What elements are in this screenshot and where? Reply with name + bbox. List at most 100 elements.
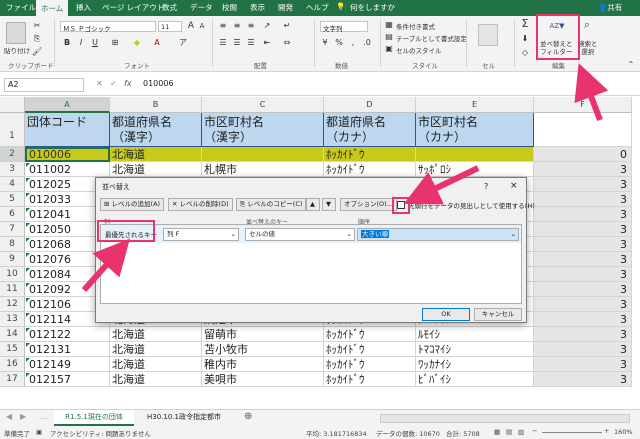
row-header[interactable]: 14: [0, 327, 25, 342]
row-header[interactable]: 3: [0, 162, 25, 177]
orientation-icon[interactable]: ↗: [262, 21, 272, 31]
error-indicator-icon[interactable]: [26, 163, 30, 167]
tab-help[interactable]: ヘルプ: [306, 2, 329, 13]
table-cell[interactable]: 留萌市: [202, 327, 324, 342]
table-cell[interactable]: 012149: [25, 357, 110, 372]
table-cell[interactable]: 010006: [25, 147, 110, 162]
zoom-slider[interactable]: [542, 432, 602, 433]
row-header[interactable]: 4: [0, 177, 25, 192]
percent-icon[interactable]: %: [334, 38, 344, 48]
error-indicator-icon[interactable]: [26, 328, 30, 332]
normal-view-icon[interactable]: ▦: [494, 428, 500, 436]
table-cell[interactable]: 012131: [25, 342, 110, 357]
table-cell[interactable]: ﾄﾏｺﾏｲｼ: [416, 342, 534, 357]
share-button[interactable]: 👤共有: [598, 2, 622, 13]
error-indicator-icon[interactable]: [26, 208, 30, 212]
page-layout-view-icon[interactable]: ▤: [506, 428, 512, 436]
increase-font-icon[interactable]: A: [186, 21, 196, 31]
error-indicator-icon[interactable]: [26, 178, 30, 182]
row-header[interactable]: 13: [0, 312, 25, 327]
font-color-icon[interactable]: A: [152, 38, 162, 48]
wrap-text-icon[interactable]: ↵: [282, 21, 292, 31]
header-checkbox-label[interactable]: 先頭行をデータの見出しとして使用する(H): [408, 200, 535, 210]
decimal-icon[interactable]: .0: [362, 38, 372, 48]
copy-level-button[interactable]: ⎘ レベルのコピー(C): [236, 198, 307, 211]
table-cell[interactable]: 3: [534, 327, 632, 342]
phonetic-icon[interactable]: ア: [178, 38, 188, 48]
table-cell[interactable]: 北海道: [110, 357, 202, 372]
column-header[interactable]: B: [110, 97, 202, 113]
cancel-button[interactable]: キャンセル: [474, 308, 522, 321]
copy-icon[interactable]: ⎘: [32, 34, 42, 44]
row-header[interactable]: 6: [0, 207, 25, 222]
row-header[interactable]: 5: [0, 192, 25, 207]
table-cell[interactable]: 3: [534, 177, 632, 192]
align-middle-icon[interactable]: ≡: [232, 21, 242, 31]
name-box[interactable]: A2: [4, 78, 84, 92]
error-indicator-icon[interactable]: [26, 313, 30, 317]
dialog-help-button[interactable]: ?: [484, 182, 488, 191]
error-indicator-icon[interactable]: [26, 283, 30, 287]
table-cell[interactable]: ｻｯﾎﾟﾛｼ: [416, 162, 534, 177]
align-right-icon[interactable]: ☰: [246, 38, 256, 48]
find-select-button[interactable]: 検索と 選択: [578, 40, 598, 56]
merge-center-icon[interactable]: ⇔: [282, 38, 292, 48]
table-cell[interactable]: ﾎｯｶｲﾄﾞｳ: [324, 327, 416, 342]
table-cell[interactable]: [416, 147, 534, 162]
row-header[interactable]: 15: [0, 342, 25, 357]
row-header[interactable]: 8: [0, 237, 25, 252]
tell-me-box[interactable]: 何をしますか: [350, 2, 395, 13]
dialog-close-button[interactable]: ×: [510, 181, 518, 191]
accessibility-status[interactable]: アクセシビリティ: 問題ありません: [50, 428, 151, 438]
column-header[interactable]: E: [416, 97, 534, 113]
table-cell[interactable]: 3: [534, 297, 632, 312]
table-cell[interactable]: 012122: [25, 327, 110, 342]
border-icon[interactable]: ⊞: [110, 38, 120, 48]
underline-icon[interactable]: U: [90, 38, 100, 48]
collapse-ribbon-icon[interactable]: ⌃: [626, 60, 636, 70]
table-cell[interactable]: 北海道: [110, 342, 202, 357]
error-indicator-icon[interactable]: [26, 193, 30, 197]
select-all-corner[interactable]: [0, 97, 25, 113]
error-indicator-icon[interactable]: [26, 238, 30, 242]
error-indicator-icon[interactable]: [26, 268, 30, 272]
cell-style-button[interactable]: セルのスタイル: [396, 45, 442, 55]
table-cell[interactable]: 3: [534, 237, 632, 252]
zoom-out-icon[interactable]: −: [532, 427, 537, 435]
formula-input[interactable]: 010006: [140, 78, 632, 92]
move-down-button[interactable]: ▼: [322, 198, 336, 211]
table-cell[interactable]: 北海道: [110, 372, 202, 387]
table-cell[interactable]: 3: [534, 372, 632, 387]
align-left-icon[interactable]: ☰: [218, 38, 228, 48]
header-cell[interactable]: 市区町村名 （漢字）: [202, 113, 324, 147]
row-header[interactable]: 12: [0, 297, 25, 312]
table-cell[interactable]: 3: [534, 357, 632, 372]
add-level-button[interactable]: ⊞ レベルの追加(A): [100, 198, 165, 211]
table-cell[interactable]: 012157: [25, 372, 110, 387]
column-header[interactable]: F: [534, 97, 632, 113]
column-header[interactable]: A: [25, 97, 110, 113]
table-cell[interactable]: 北海道: [110, 327, 202, 342]
table-cell[interactable]: 北海道: [110, 162, 202, 177]
table-cell[interactable]: ﾎｯｶｲﾄﾞｳ: [324, 162, 416, 177]
table-cell[interactable]: 3: [534, 267, 632, 282]
bold-icon[interactable]: B: [62, 38, 72, 48]
autosum-icon[interactable]: Σ: [520, 18, 530, 29]
macro-record-icon[interactable]: ▣: [36, 428, 42, 436]
table-cell[interactable]: ﾎｯｶｲﾄﾞｳ: [324, 372, 416, 387]
cells-icon[interactable]: [478, 24, 498, 46]
table-cell[interactable]: [202, 147, 324, 162]
currency-icon[interactable]: ¥: [320, 38, 330, 48]
row-header[interactable]: 9: [0, 252, 25, 267]
column-select[interactable]: 列 F ⌄: [163, 228, 239, 241]
tab-developer[interactable]: 開発: [278, 2, 293, 13]
row-header[interactable]: 11: [0, 282, 25, 297]
table-cell[interactable]: 3: [534, 282, 632, 297]
table-cell[interactable]: ﾙﾓｲｼ: [416, 327, 534, 342]
header-cell[interactable]: [534, 113, 632, 147]
table-cell[interactable]: 3: [534, 222, 632, 237]
error-indicator-icon[interactable]: [26, 298, 30, 302]
ok-button[interactable]: OK: [422, 308, 470, 321]
table-cell[interactable]: 札幌市: [202, 162, 324, 177]
table-cell[interactable]: 0: [534, 147, 632, 162]
